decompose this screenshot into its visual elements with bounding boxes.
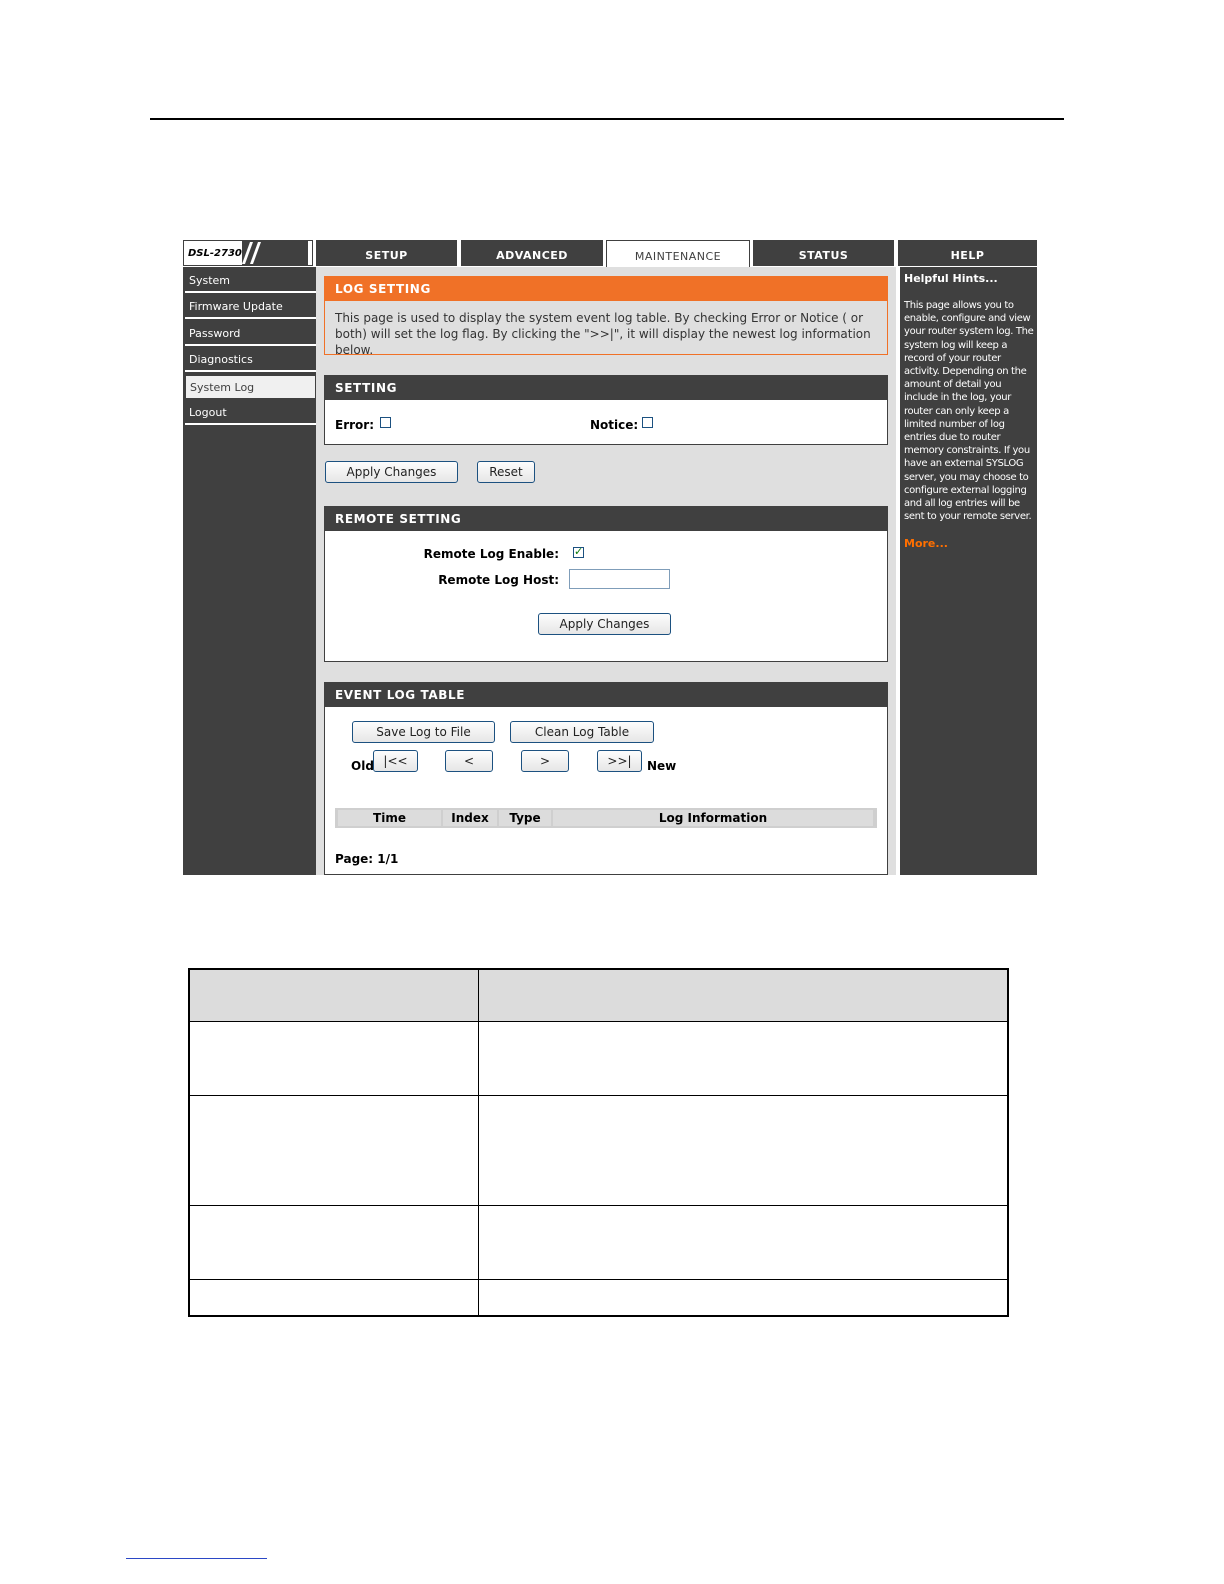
help-panel: Helpful Hints... This page allows you to… (896, 267, 1037, 875)
table-cell (190, 970, 478, 1021)
table-cell (190, 1280, 478, 1316)
table-cell (478, 1280, 1008, 1316)
col-index: Index (443, 810, 497, 826)
old-label: Old (351, 759, 374, 773)
save-log-button[interactable]: Save Log to File (352, 721, 495, 743)
table-header-row (190, 970, 1007, 1021)
error-label: Error: (335, 418, 374, 432)
help-text: This page allows you to enable, configur… (904, 300, 1034, 523)
parameter-table (188, 968, 1009, 1317)
help-title: Helpful Hints... (904, 272, 998, 285)
table-cell (478, 1096, 1008, 1206)
clean-log-button[interactable]: Clean Log Table (510, 721, 654, 743)
footnote-rule (126, 1558, 267, 1559)
table-cell (190, 1096, 478, 1206)
sidebar-item-firmware-update[interactable]: Firmware Update (185, 295, 316, 319)
main-content: LOG SETTING This page is used to display… (316, 267, 896, 875)
sidebar-item-system-log[interactable]: System Log (185, 375, 316, 399)
col-log-information: Log Information (553, 810, 873, 826)
logo-slashes-icon (241, 241, 308, 265)
remote-log-host-label: Remote Log Host: (438, 573, 559, 587)
setting-title: SETTING (325, 376, 887, 400)
event-log-panel: EVENT LOG TABLE Save Log to File Clean L… (324, 682, 888, 875)
col-time: Time (338, 810, 441, 826)
table-cell (190, 1022, 478, 1096)
table-row (190, 1021, 1007, 1096)
top-tabs: SETUP ADVANCED MAINTENANCE STATUS HELP (316, 240, 1037, 268)
log-setting-description: This page is used to display the system … (335, 311, 871, 357)
event-log-title: EVENT LOG TABLE (325, 683, 887, 707)
remote-apply-changes-button[interactable]: Apply Changes (538, 613, 671, 635)
error-checkbox[interactable] (380, 417, 391, 428)
page-indicator: Page: 1/1 (335, 852, 399, 866)
table-row (190, 1279, 1007, 1316)
log-setting-title: LOG SETTING (325, 277, 887, 301)
model-name: DSL-2730E (188, 247, 249, 259)
sidebar-item-password[interactable]: Password (185, 322, 316, 346)
prev-page-button[interactable]: < (445, 750, 493, 772)
remote-log-enable-checkbox[interactable] (573, 545, 584, 558)
notice-label: Notice: (590, 418, 639, 432)
setting-panel: SETTING Error: Notice: (324, 375, 888, 445)
next-page-button[interactable]: > (521, 750, 569, 772)
more-link[interactable]: More... (904, 537, 1034, 550)
table-row (190, 1095, 1007, 1206)
sidebar: System Firmware Update Password Diagnost… (183, 267, 316, 875)
reset-button[interactable]: Reset (477, 461, 535, 483)
table-cell (478, 1206, 1008, 1280)
new-label: New (647, 759, 677, 773)
tab-setup[interactable]: SETUP (316, 240, 457, 266)
log-table-header: Time Index Type Log Information (335, 808, 877, 828)
col-type: Type (499, 810, 551, 826)
remote-setting-title: REMOTE SETTING (325, 507, 887, 531)
remote-log-host-input[interactable] (569, 569, 670, 589)
apply-changes-button[interactable]: Apply Changes (325, 461, 458, 483)
sidebar-item-diagnostics[interactable]: Diagnostics (185, 348, 316, 372)
brand-logo: DSL-2730E (183, 240, 313, 266)
log-setting-panel: LOG SETTING This page is used to display… (324, 276, 888, 357)
notice-checkbox[interactable] (642, 417, 653, 428)
sidebar-item-system[interactable]: System (185, 269, 316, 293)
tab-help[interactable]: HELP (898, 240, 1037, 266)
sidebar-item-logout[interactable]: Logout (185, 401, 316, 425)
tab-advanced[interactable]: ADVANCED (461, 240, 603, 266)
last-page-button[interactable]: >>| (597, 750, 642, 772)
table-cell (190, 1206, 478, 1280)
tab-maintenance[interactable]: MAINTENANCE (606, 240, 750, 268)
tab-status[interactable]: STATUS (753, 240, 894, 266)
router-web-ui: DSL-2730E SETUP ADVANCED MAINTENANCE STA… (183, 240, 1037, 875)
first-page-button[interactable]: |<< (373, 750, 418, 772)
table-cell (478, 970, 1008, 1021)
top-rule (150, 118, 1064, 120)
table-cell (478, 1022, 1008, 1096)
remote-log-enable-label: Remote Log Enable: (423, 547, 559, 561)
table-row (190, 1205, 1007, 1280)
remote-setting-panel: REMOTE SETTING Remote Log Enable: Remote… (324, 506, 888, 662)
